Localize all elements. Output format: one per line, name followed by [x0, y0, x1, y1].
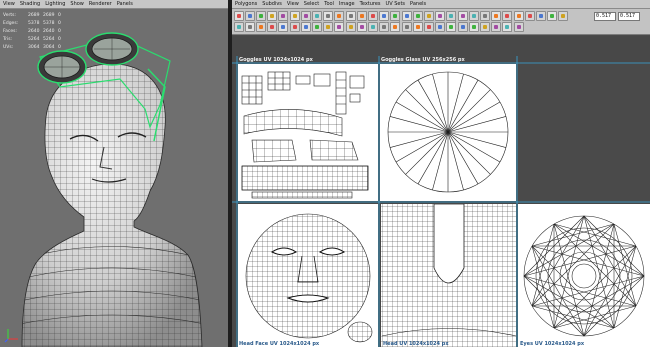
uv-canvas[interactable]: Goggles UV 1024x1024 px Goggles Glass UV…: [232, 36, 650, 347]
menu-shading[interactable]: Shading: [20, 0, 40, 8]
uv-tile-label-head-face: Head Face UV 1024x1024 px: [239, 341, 320, 347]
flip-v-icon[interactable]: [346, 22, 356, 32]
u-coordinate-field[interactable]: 0.517: [594, 12, 616, 21]
snapshot-icon[interactable]: [312, 11, 322, 21]
head-model-render[interactable]: [0, 9, 228, 347]
uv-tile-label-eyes: Eyes UV 1024x1024 px: [520, 341, 585, 347]
menu-view[interactable]: View: [3, 0, 15, 8]
uv-tile-eyes[interactable]: [518, 204, 650, 347]
cut-uv-icon[interactable]: [480, 22, 490, 32]
menu-select[interactable]: Select: [304, 0, 319, 8]
menu-uv-sets[interactable]: UV Sets: [386, 0, 406, 8]
toolbar-group: [290, 11, 344, 32]
snapshot-icon[interactable]: [424, 11, 434, 21]
menu-subdivs[interactable]: Subdivs: [262, 0, 282, 8]
relax-icon[interactable]: [301, 11, 311, 21]
frame-icon[interactable]: [312, 22, 322, 32]
sew-uv-icon[interactable]: [379, 22, 389, 32]
select-icon[interactable]: [234, 11, 244, 21]
menu-lighting[interactable]: Lighting: [45, 0, 65, 8]
toolbar-group: [402, 11, 456, 32]
toolbar-separator: [455, 11, 456, 32]
uv-shell-icon[interactable]: [514, 22, 524, 32]
isolate-icon[interactable]: [413, 22, 423, 32]
rotate-uv-icon[interactable]: [256, 11, 266, 21]
rotate-uv-icon[interactable]: [368, 11, 378, 21]
flip-v-icon[interactable]: [458, 22, 468, 32]
menu-show[interactable]: Show: [70, 0, 84, 8]
move-uv-icon[interactable]: [357, 11, 367, 21]
checker-icon[interactable]: [323, 11, 333, 21]
toolbar-group: [514, 11, 568, 32]
uv-empty-tile: [518, 64, 650, 201]
unfold-icon[interactable]: [402, 11, 412, 21]
menu-tool[interactable]: Tool: [324, 0, 334, 8]
scale-uv-icon[interactable]: [379, 11, 389, 21]
menu-panels[interactable]: Panels: [117, 0, 133, 8]
uv-texture-editor[interactable]: Polygons Subdivs View Select Tool Image …: [232, 0, 650, 347]
relax-icon[interactable]: [413, 11, 423, 21]
texture-icon[interactable]: [558, 11, 568, 21]
uv-tile-label-head: Head UV 1024x1024 px: [383, 341, 449, 347]
pin-icon[interactable]: [435, 22, 445, 32]
toolbar-separator: [511, 11, 512, 32]
menu-image[interactable]: Image: [339, 0, 355, 8]
uv-shell-icon[interactable]: [290, 22, 300, 32]
menu-view[interactable]: View: [287, 0, 299, 8]
flip-v-icon[interactable]: [234, 22, 244, 32]
cut-uv-icon[interactable]: [256, 22, 266, 32]
v-coordinate-field[interactable]: 0.517: [618, 12, 640, 21]
rotate-uv-icon[interactable]: [480, 11, 490, 21]
uv-toolbar: 0.517 0.517: [232, 9, 650, 35]
uv-tile-goggles[interactable]: [238, 64, 378, 201]
unfold-icon[interactable]: [514, 11, 524, 21]
frame-icon[interactable]: [424, 22, 434, 32]
uv-tile-label-goggles-glass: Goggles Glass UV 256x256 px: [381, 57, 465, 63]
toolbar-group: [458, 11, 512, 32]
checker-icon[interactable]: [435, 11, 445, 21]
pin-icon[interactable]: [323, 22, 333, 32]
scale-uv-icon[interactable]: [267, 11, 277, 21]
unfold-icon[interactable]: [290, 11, 300, 21]
uv-tile-goggles-glass[interactable]: [380, 64, 516, 201]
scale-uv-icon[interactable]: [491, 11, 501, 21]
menu-polygons[interactable]: Polygons: [235, 0, 257, 8]
uv-tile-label-goggles: Goggles UV 1024x1024 px: [239, 57, 314, 63]
snapshot-icon[interactable]: [536, 11, 546, 21]
grid-uv-icon[interactable]: [357, 22, 367, 32]
move-uv-icon[interactable]: [245, 11, 255, 21]
cut-uv-icon[interactable]: [368, 22, 378, 32]
menu-renderer[interactable]: Renderer: [89, 0, 112, 8]
uv-tile-head[interactable]: [381, 204, 516, 347]
grid-uv-icon[interactable]: [245, 22, 255, 32]
relax-icon[interactable]: [525, 11, 535, 21]
viewport-menu-bar: View Shading Lighting Show Renderer Pane…: [0, 0, 228, 9]
move-uv-icon[interactable]: [469, 11, 479, 21]
select-icon[interactable]: [458, 11, 468, 21]
uv-tile-head-face[interactable]: [238, 204, 378, 347]
uv-menu-bar: Polygons Subdivs View Select Tool Image …: [232, 0, 650, 9]
grid-uv-icon[interactable]: [469, 22, 479, 32]
toolbar-separator: [399, 11, 400, 32]
sew-uv-icon[interactable]: [267, 22, 277, 32]
isolate-icon[interactable]: [301, 22, 311, 32]
menu-textures[interactable]: Textures: [360, 0, 381, 8]
select-icon[interactable]: [346, 11, 356, 21]
sew-uv-icon[interactable]: [491, 22, 501, 32]
toolbar-group: [346, 11, 400, 32]
toolbar-group: [234, 11, 288, 32]
perspective-viewport[interactable]: View Shading Lighting Show Renderer Pane…: [0, 0, 228, 347]
axis-gizmo-icon: [4, 329, 18, 343]
uv-shell-icon[interactable]: [402, 22, 412, 32]
checker-icon[interactable]: [547, 11, 557, 21]
toolbar-separator: [343, 11, 344, 32]
menu-panels[interactable]: Panels: [410, 0, 426, 8]
toolbar-separator: [287, 11, 288, 32]
